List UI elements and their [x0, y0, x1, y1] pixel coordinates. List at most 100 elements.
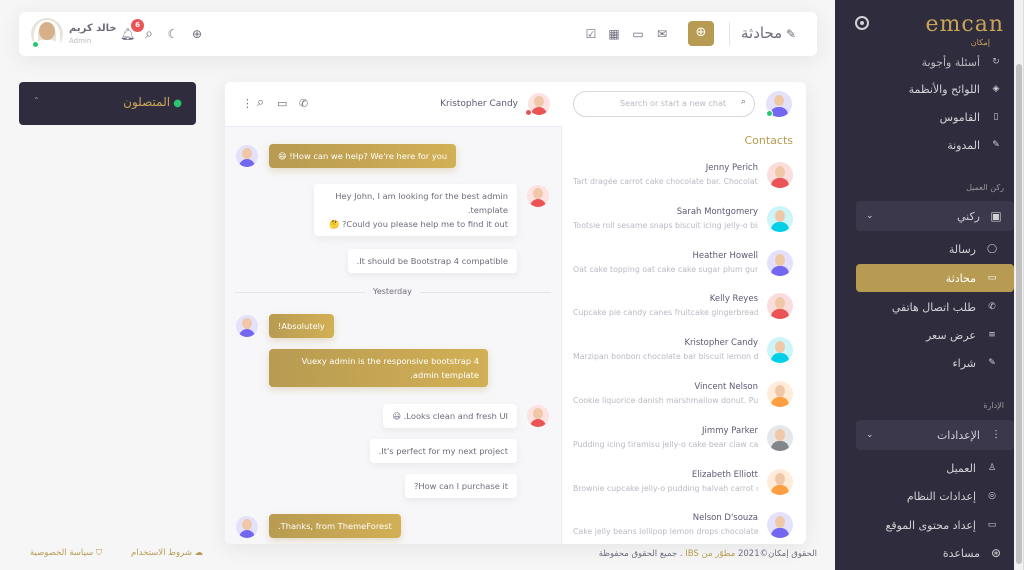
moon-icon[interactable]: ☾: [166, 27, 180, 41]
status-dot: [525, 109, 532, 116]
target-icon: ◎: [988, 491, 996, 501]
brand-logo[interactable]: emcan إمكان: [926, 12, 1005, 47]
list-icon: ≡: [988, 330, 996, 340]
nav-item-regulations[interactable]: ◈ اللوائح والأنظمة: [856, 75, 1014, 103]
page-scrollbar[interactable]: [1014, 0, 1024, 570]
nav-item-faq[interactable]: ↻ أسئلة وأجوبة: [856, 48, 1014, 76]
search-icon[interactable]: ⌕: [257, 95, 264, 110]
contact-avatar: [767, 205, 793, 232]
video-icon[interactable]: ▭: [277, 97, 287, 110]
feather-icon: ✎: [782, 27, 797, 41]
chat-application: ⋮ ⌕ ▭ ✆ Kristopher Candy How can we help…: [225, 82, 806, 544]
search-icon[interactable]: ⌕: [142, 27, 156, 41]
search-input[interactable]: Search or start a new chat: [573, 91, 755, 117]
nav-item-quote[interactable]: ≡ عرض سعر: [856, 321, 1014, 349]
chat-message: Absolutely!: [269, 314, 334, 338]
chat-message: Vuexy admin is the responsive bootstrap …: [269, 349, 488, 387]
chevron-up-icon[interactable]: ⌃: [33, 96, 40, 105]
date-divider-label: Yesterday: [365, 287, 420, 296]
contact-name: Nelson D'souza: [692, 513, 758, 524]
nav-group-admin: الإدارة: [983, 401, 1004, 410]
sliders-icon: ⫶: [994, 427, 998, 442]
contact-last-message: Brownie cupcake jelly-o pudding halvah c…: [573, 483, 758, 493]
contact-item[interactable]: Vincent Nelson Cookie liquorice danish ma…: [562, 379, 806, 423]
layers-icon: ◈: [992, 84, 1000, 94]
contact-item[interactable]: Kelly Reyes Cupcake pie candy canes fruit…: [562, 291, 806, 335]
footer: الحقوق إمكان©2021 مطوّر من IBS . جميع ال…: [0, 548, 835, 570]
scrollbar-thumb[interactable]: [1016, 64, 1022, 564]
contact-last-message: Cupcake pie candy canes fruitcake ginger…: [573, 308, 758, 318]
sidebar-toggle-icon[interactable]: [855, 16, 869, 30]
globe-icon: ●: [170, 98, 182, 109]
sidebar-header: emcan إمكان: [855, 12, 1005, 47]
terms-link[interactable]: ☁ شروط الاستخدام: [131, 548, 203, 558]
nav-item-message[interactable]: ◯ رسالة: [856, 235, 1014, 263]
nav-item-chat[interactable]: ▭ محادثة: [856, 264, 1014, 292]
developer-link[interactable]: مطوّر من IBS: [685, 549, 735, 559]
contact-last-message: Pudding icing tiramisu jelly-o cake bear…: [573, 439, 758, 449]
contact-avatar: [767, 162, 793, 188]
nav-item-phone-request[interactable]: ✆ طلب اتصال هاتفي: [856, 293, 1014, 321]
contact-item[interactable]: Jimmy Parker Pudding icing tiramisu jelly…: [562, 423, 806, 467]
mail-icon[interactable]: ✉: [655, 27, 669, 41]
chevron-down-icon: ⌄: [866, 211, 874, 221]
phone-call-icon[interactable]: ✆: [299, 97, 308, 110]
add-button[interactable]: ⊕: [688, 21, 714, 46]
chat-header: ⋮ ⌕ ▭ ✆ Kristopher Candy: [225, 82, 562, 127]
online-status-dot: [32, 41, 39, 48]
message-icon: ◯: [986, 244, 998, 254]
message-square-icon[interactable]: ▭: [631, 27, 645, 41]
contact-name: Heather Howell: [692, 250, 758, 261]
feather-icon: ✎: [992, 140, 1000, 150]
nav-item-my-corner[interactable]: ▣ ركني ⌄: [856, 201, 1014, 231]
user-avatar: [527, 185, 549, 207]
chat-message: Thanks, from ThemeForest.: [269, 514, 401, 538]
contact-last-message: Tootsie roll sesame snaps biscuit icing …: [573, 220, 758, 230]
chat-icon: ▭: [987, 273, 997, 283]
chat-message: How can we help? We're here for you! 😄: [269, 144, 457, 168]
briefcase-icon: ▣: [990, 209, 1002, 223]
nav-item-site-content[interactable]: ▭ إعداد محتوى الموقع: [856, 511, 1014, 539]
contact-item[interactable]: Jenny Perich Tart dragée carrot cake choc…: [562, 160, 806, 204]
contact-item[interactable]: Kristopher Candy Marzipan bonbon chocolat…: [562, 335, 806, 379]
page-title: ✎ محادثة: [741, 24, 797, 42]
chat-message: Looks clean and fresh UI. 😃: [383, 404, 517, 428]
calendar-icon[interactable]: ▦: [607, 27, 621, 41]
more-vertical-icon[interactable]: ⋮: [242, 97, 253, 110]
globe-icon[interactable]: ⊕: [190, 27, 204, 41]
nav-item-settings[interactable]: ⫶ الإعدادات ⌄: [856, 420, 1014, 450]
contact-item[interactable]: Heather Howell Oat cake topping oat cake …: [562, 248, 806, 292]
user-name[interactable]: خالد كريم: [69, 23, 117, 34]
plus-circle-icon: ⊕: [695, 25, 707, 40]
shield-icon: ⛉: [93, 548, 103, 558]
contact-item[interactable]: Elizabeth Elliott Brownie cupcake jelly-o…: [562, 467, 806, 511]
nav-item-dictionary[interactable]: ▯ القاموس: [856, 103, 1014, 131]
nav-item-blog[interactable]: ✎ المدونة: [856, 131, 1014, 159]
privacy-link[interactable]: ⛉ سياسة الخصوصية: [30, 548, 102, 558]
online-users-label: ● المتصلون: [123, 95, 182, 109]
copyright: الحقوق إمكان©2021 مطوّر من IBS . جميع ال…: [598, 549, 817, 559]
contact-name: Sarah Montgomery: [676, 206, 758, 217]
top-navbar: خالد كريم Admin 🔔︎ 6 ⌕ ☾ ⊕ ☑ ▦ ▭ ✉ ⊕ ✎ م…: [19, 12, 817, 56]
user-avatar: [527, 405, 549, 427]
chat-contacts-sidebar: Search or start a new chat ⌕ Contacts Je…: [562, 82, 806, 544]
nav-item-purchase[interactable]: ✎ شراء: [856, 349, 1014, 377]
contact-item[interactable]: Nelson D'souza Cake jelly beans lollipop …: [562, 510, 806, 544]
agent-avatar: [236, 516, 258, 538]
contact-name: Vincent Nelson: [694, 382, 758, 392]
chat-conversation: ⋮ ⌕ ▭ ✆ Kristopher Candy How can we help…: [225, 82, 562, 544]
chat-contact-name: Kristopher Candy: [440, 99, 518, 109]
divider: [729, 22, 730, 46]
online-users-card[interactable]: ● المتصلون ⌃: [19, 82, 196, 125]
nav-item-help[interactable]: ⊛ مساعدة: [856, 539, 1014, 567]
refresh-icon: ↻: [992, 57, 1000, 67]
chat-message: How can I purchase it?: [404, 474, 517, 498]
nav-item-system-settings[interactable]: ◎ إعدادات النظام: [856, 482, 1014, 510]
feather-icon: ✎: [988, 358, 996, 368]
nav-item-client[interactable]: ♙ العميل: [856, 454, 1014, 482]
contact-last-message: Cake jelly beans lollipop lemon drops ch…: [573, 527, 758, 537]
check-square-icon[interactable]: ☑: [584, 27, 598, 41]
agent-avatar: [236, 315, 258, 337]
chevron-down-icon: ⌄: [866, 430, 874, 440]
contact-item[interactable]: Sarah Montgomery Tootsie roll sesame snap…: [562, 204, 806, 248]
